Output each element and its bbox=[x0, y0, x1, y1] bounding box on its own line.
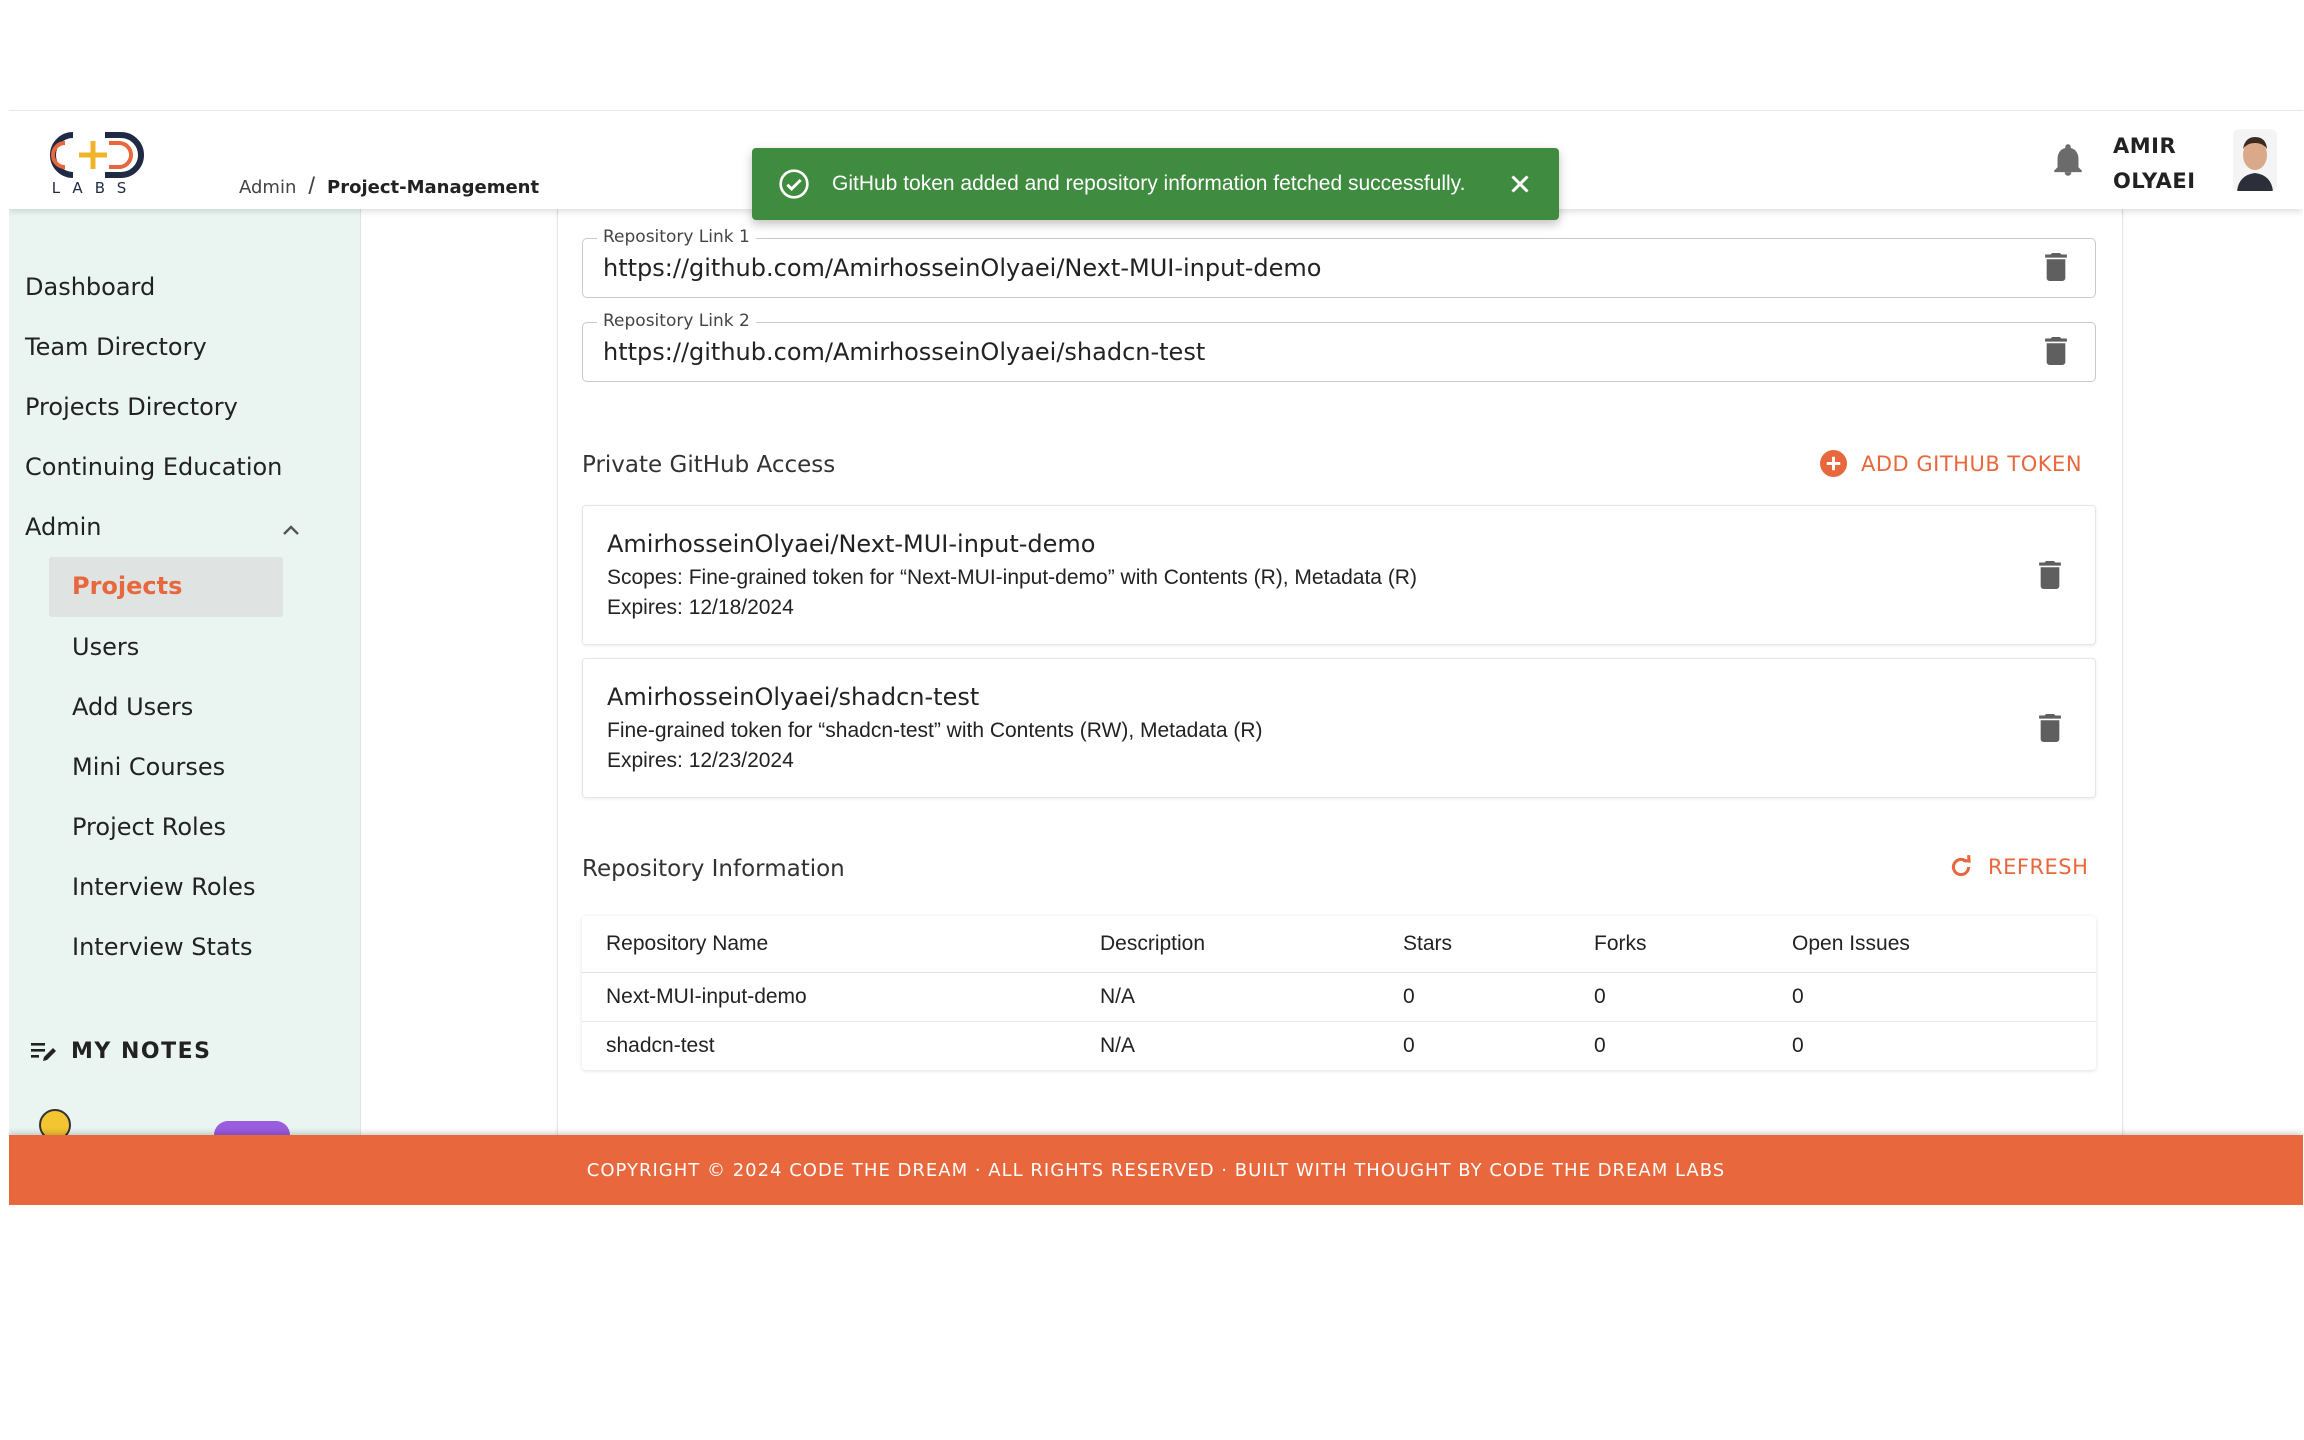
code-the-dream-labs-logo[interactable]: LABS bbox=[43, 125, 163, 197]
refresh-icon bbox=[1951, 854, 1971, 877]
delete-token-2-trash-icon[interactable] bbox=[2038, 714, 2062, 742]
token-2-repo-name: AmirhosseinOlyaei/shadcn-test bbox=[607, 683, 980, 711]
token-2-scopes: Fine-grained token for “shadcn-test” wit… bbox=[607, 719, 1263, 742]
repository-link-1-value[interactable]: https://github.com/AmirhosseinOlyaei/Nex… bbox=[603, 254, 1321, 282]
col-forks: Forks bbox=[1570, 916, 1768, 973]
breadcrumb-separator: / bbox=[308, 173, 316, 200]
sidebar-item-interview-stats[interactable]: Interview Stats bbox=[72, 933, 253, 961]
token-card-1: AmirhosseinOlyaei/Next-MUI-input-demo Sc… bbox=[582, 505, 2096, 645]
repository-link-2-field[interactable]: Repository Link 2 https://github.com/Ami… bbox=[582, 311, 2096, 382]
token-1-expires: Expires: 12/18/2024 bbox=[607, 596, 794, 619]
sidebar-item-project-roles[interactable]: Project Roles bbox=[72, 813, 226, 841]
user-name[interactable]: AMIR OLYAEI bbox=[2113, 129, 2203, 199]
cell-forks: 0 bbox=[1594, 1033, 1606, 1057]
cell-repo-name: shadcn-test bbox=[606, 1033, 715, 1057]
private-github-access-title: Private GitHub Access bbox=[582, 452, 836, 478]
sidebar-item-mini-courses[interactable]: Mini Courses bbox=[72, 753, 225, 781]
breadcrumb: Admin / Project-Management bbox=[239, 173, 539, 201]
repository-info-table: Repository Name Description Stars Forks … bbox=[582, 916, 2096, 1070]
sidebar-item-interview-roles[interactable]: Interview Roles bbox=[72, 873, 255, 901]
sidebar-item-projects[interactable]: Projects bbox=[49, 557, 283, 617]
cell-open-issues: 0 bbox=[1792, 1033, 1804, 1057]
repository-link-2-label: Repository Link 2 bbox=[597, 311, 756, 331]
cell-stars: 0 bbox=[1403, 1033, 1415, 1057]
sidebar: Dashboard Team Directory Projects Direct… bbox=[9, 209, 361, 1205]
cell-open-issues: 0 bbox=[1768, 972, 2096, 1022]
token-1-scopes: Scopes: Fine-grained token for “Next-MUI… bbox=[607, 566, 1417, 589]
repository-information-title: Repository Information bbox=[582, 856, 845, 882]
delete-token-1-trash-icon[interactable] bbox=[2038, 561, 2062, 589]
repository-link-1-label: Repository Link 1 bbox=[597, 227, 756, 247]
cell-description: N/A bbox=[1076, 972, 1379, 1022]
sidebar-item-team-directory[interactable]: Team Directory bbox=[25, 333, 207, 361]
sidebar-item-projects-directory[interactable]: Projects Directory bbox=[25, 393, 238, 421]
cell-repo-name: Next-MUI-input-demo bbox=[582, 972, 1076, 1022]
sidebar-item-users[interactable]: Users bbox=[72, 633, 139, 661]
col-repository-name: Repository Name bbox=[582, 916, 1076, 973]
col-open-issues: Open Issues bbox=[1768, 916, 2096, 973]
success-toast: GitHub token added and repository inform… bbox=[752, 148, 1559, 220]
sidebar-item-add-users[interactable]: Add Users bbox=[72, 693, 193, 721]
toast-message: GitHub token added and repository inform… bbox=[832, 172, 1466, 195]
token-1-repo-name: AmirhosseinOlyaei/Next-MUI-input-demo bbox=[607, 530, 1096, 558]
sidebar-item-projects-label: Projects bbox=[72, 572, 183, 600]
breadcrumb-admin-link[interactable]: Admin bbox=[239, 177, 296, 198]
footer: COPYRIGHT © 2024 CODE THE DREAM · ALL RI… bbox=[9, 1135, 2303, 1205]
table-row: Next-MUI-input-demo N/A 0 0 0 bbox=[582, 972, 2096, 1022]
user-avatar[interactable] bbox=[2233, 129, 2277, 191]
token-2-expires: Expires: 12/23/2024 bbox=[607, 749, 794, 772]
close-icon[interactable] bbox=[1505, 169, 1535, 199]
footer-copyright: COPYRIGHT © 2024 CODE THE DREAM · ALL RI… bbox=[586, 1160, 1726, 1181]
delete-link-1-trash-icon[interactable] bbox=[2044, 253, 2068, 281]
logo-labs-text: LABS bbox=[52, 179, 139, 197]
token-card-2: AmirhosseinOlyaei/shadcn-test Fine-grain… bbox=[582, 658, 2096, 798]
col-stars: Stars bbox=[1379, 916, 1570, 973]
refresh-label: REFRESH bbox=[1988, 855, 2089, 879]
bell-icon[interactable] bbox=[2052, 143, 2084, 177]
app-window: LABS Admin / Project-Management AMIR OLY… bbox=[9, 110, 2303, 1205]
check-circle-icon bbox=[779, 169, 809, 199]
table-row: shadcn-test N/A 0 0 0 bbox=[582, 1021, 2096, 1070]
col-description: Description bbox=[1076, 916, 1379, 973]
cell-forks: 0 bbox=[1570, 972, 1768, 1022]
cell-description: N/A bbox=[1100, 1033, 1136, 1057]
repository-link-2-value[interactable]: https://github.com/AmirhosseinOlyaei/sha… bbox=[603, 338, 1205, 366]
my-notes-button[interactable]: MY NOTES bbox=[31, 1039, 211, 1064]
chevron-up-icon[interactable] bbox=[279, 519, 303, 543]
add-circle-icon bbox=[1820, 450, 1847, 477]
table-header-row: Repository Name Description Stars Forks … bbox=[582, 916, 2096, 973]
delete-link-2-trash-icon[interactable] bbox=[2044, 337, 2068, 365]
my-notes-label: MY NOTES bbox=[71, 1039, 212, 1064]
refresh-button[interactable]: REFRESH bbox=[1948, 854, 2088, 880]
sidebar-item-continuing-education[interactable]: Continuing Education bbox=[25, 453, 282, 481]
cell-stars: 0 bbox=[1379, 972, 1570, 1022]
repository-link-1-field[interactable]: Repository Link 1 https://github.com/Ami… bbox=[582, 227, 2096, 298]
sidebar-item-admin[interactable]: Admin bbox=[25, 513, 102, 541]
sidebar-item-dashboard[interactable]: Dashboard bbox=[25, 273, 155, 301]
notes-edit-icon bbox=[31, 1042, 56, 1061]
add-github-token-button[interactable]: ADD GITHUB TOKEN bbox=[1820, 450, 2082, 477]
breadcrumb-current: Project-Management bbox=[327, 176, 540, 198]
add-github-token-label: ADD GITHUB TOKEN bbox=[1861, 451, 2083, 476]
project-management-card: Repository Link 1 https://github.com/Ami… bbox=[557, 209, 2123, 1205]
